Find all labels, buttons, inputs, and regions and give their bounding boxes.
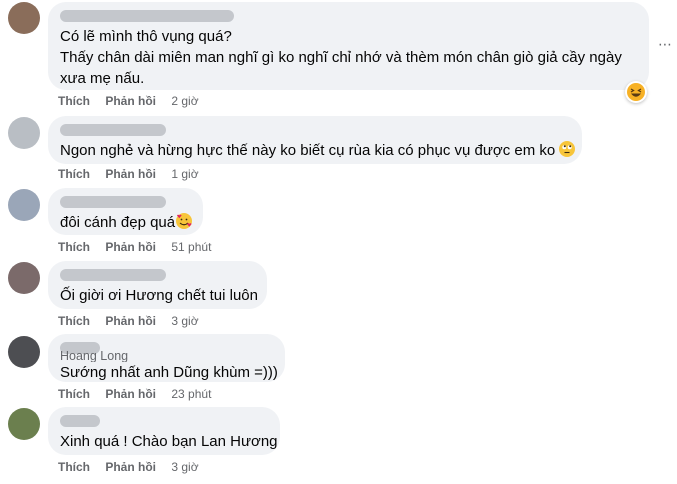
comment-actions: Thích Phản hồi 51 phút [58,239,211,255]
avatar[interactable] [8,262,40,294]
more-horizontal-icon[interactable]: ⋯ [657,36,673,52]
timestamp[interactable]: 23 phút [171,387,211,401]
reply-button[interactable]: Phản hồi [105,240,156,254]
timestamp[interactable]: 3 giờ [171,460,198,474]
avatar[interactable] [8,336,40,368]
comment-bubble: Hoang Long Sướng nhất anh Dũng khùm =))) [48,334,285,382]
reply-button[interactable]: Phản hồi [105,94,156,108]
blurred-author-name[interactable] [60,415,100,427]
reply-button[interactable]: Phản hồi [105,460,156,474]
comment-text: đôi cánh đẹp quá [60,212,193,233]
reply-button[interactable]: Phản hồi [105,167,156,181]
comment-bubble: Ối giời ơi Hương chết tui luôn [48,261,267,309]
timestamp[interactable]: 1 giờ [171,167,198,181]
like-button[interactable]: Thích [58,387,90,401]
blurred-author-name[interactable] [60,10,234,22]
avatar[interactable] [8,2,40,34]
reaction-badge[interactable] [625,81,647,103]
smiling-hearts-emoji-icon [176,213,193,229]
like-button[interactable]: Thích [58,460,90,474]
avatar[interactable] [8,408,40,440]
avatar[interactable] [8,189,40,221]
like-button[interactable]: Thích [58,167,90,181]
comment-text: Thấy chân dài miên man nghĩ gì ko nghĩ c… [60,49,622,66]
like-button[interactable]: Thích [58,314,90,328]
comment-actions: Thích Phản hồi 3 giờ [58,313,199,329]
comment-text: Có lẽ mình thô vụng quá? [60,28,232,45]
like-button[interactable]: Thích [58,94,90,108]
rolling-eyes-emoji-icon [559,141,576,157]
comment-text: Ngon nghẻ và hừng hực thế này ko biết cụ… [60,140,576,161]
comment-bubble: đôi cánh đẹp quá [48,188,203,235]
comment-text: Sướng nhất anh Dũng khùm =))) [60,364,278,381]
comment-bubble: Ngon nghẻ và hừng hực thế này ko biết cụ… [48,116,582,164]
timestamp[interactable]: 3 giờ [171,314,198,328]
reply-button[interactable]: Phản hồi [105,387,156,401]
comment-bubble: Có lẽ mình thô vụng quá? Thấy chân dài m… [48,2,649,90]
reply-button[interactable]: Phản hồi [105,314,156,328]
comment-text: xưa mẹ nấu. [60,70,145,87]
like-button[interactable]: Thích [58,240,90,254]
avatar[interactable] [8,117,40,149]
grinning-squint-emoji-icon [627,83,645,101]
blurred-author-name[interactable] [60,269,166,281]
comment-text: Xinh quá ! Chào bạn Lan Hương [60,433,278,450]
comment-actions: Thích Phản hồi 1 giờ [58,166,199,182]
comment-text: Ối giời ơi Hương chết tui luôn [60,287,258,304]
comment-actions: Thích Phản hồi 23 phút [58,386,211,402]
author-name[interactable]: Hoang Long [60,350,273,362]
timestamp[interactable]: 51 phút [171,240,211,254]
blurred-author-name[interactable] [60,124,166,136]
blurred-author-name[interactable] [60,196,166,208]
comment-actions: Thích Phản hồi 3 giờ [58,459,199,475]
timestamp[interactable]: 2 giờ [171,94,198,108]
comment-actions: Thích Phản hồi 2 giờ [58,93,199,109]
comment-bubble: Xinh quá ! Chào bạn Lan Hương [48,407,280,455]
